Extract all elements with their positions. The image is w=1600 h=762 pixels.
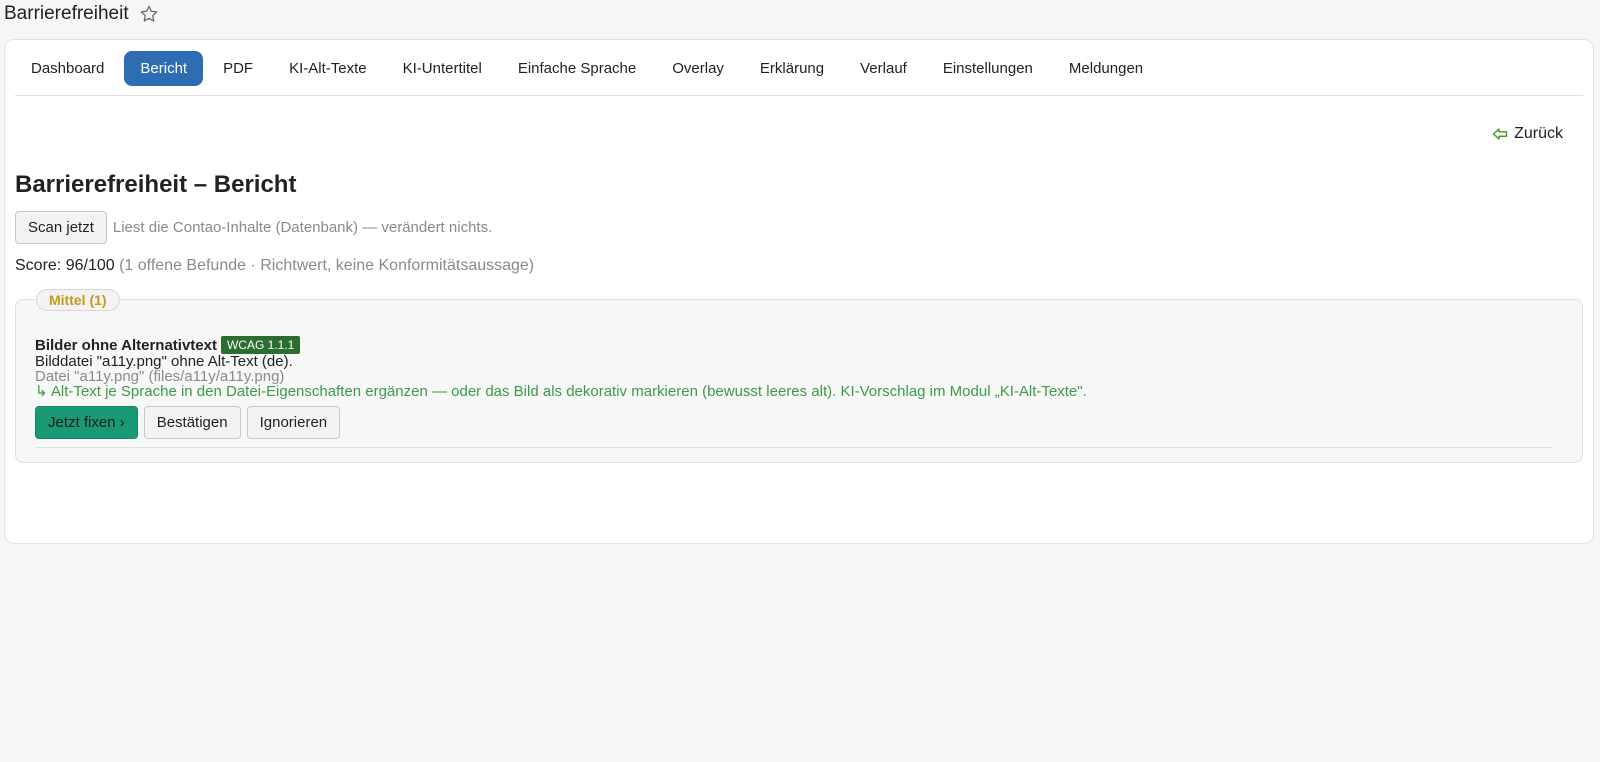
- tab-verlauf[interactable]: Verlauf: [844, 51, 923, 86]
- finding-title: Bilder ohne Alternativtext: [35, 336, 217, 354]
- tab-bericht[interactable]: Bericht: [124, 51, 204, 86]
- tab-overlay[interactable]: Overlay: [656, 51, 740, 86]
- score-label: Score:: [15, 257, 62, 274]
- score-value: 96/100: [65, 257, 115, 274]
- back-link[interactable]: Zurück: [1492, 125, 1563, 143]
- wcag-badge: WCAG 1.1.1: [220, 336, 301, 354]
- report-title: Barrierefreiheit – Bericht: [15, 171, 297, 198]
- finding-divider: [35, 447, 1552, 448]
- back-link-label: Zurück: [1514, 125, 1563, 142]
- page-title: Barrierefreiheit: [4, 3, 129, 24]
- main-card: Dashboard Bericht PDF KI-Alt-Texte KI-Un…: [4, 39, 1594, 544]
- scan-hint: Liest die Contao-Inhalte (Datenbank) — v…: [112, 219, 493, 236]
- page-header: Barrierefreiheit: [4, 0, 159, 28]
- finding-advice: ↳ Alt-Text je Sprache in den Datei-Eigen…: [35, 383, 1087, 400]
- fix-now-button[interactable]: Jetzt fixen ›: [35, 406, 138, 439]
- score-note: (1 offene Befunde · Richtwert, keine Kon…: [119, 257, 535, 274]
- tab-einstellungen[interactable]: Einstellungen: [927, 51, 1049, 86]
- tab-dashboard[interactable]: Dashboard: [15, 51, 120, 86]
- star-outline-icon[interactable]: [139, 4, 159, 24]
- score-summary: Score: 96/100 (1 offene Befunde · Richtw…: [15, 257, 534, 275]
- tab-meldungen[interactable]: Meldungen: [1053, 51, 1159, 86]
- tab-bar: Dashboard Bericht PDF KI-Alt-Texte KI-Un…: [15, 51, 1583, 96]
- finding-item: Bilder ohne Alternativtext WCAG 1.1.1 Bi…: [35, 336, 1552, 448]
- ignore-button[interactable]: Ignorieren: [246, 406, 341, 439]
- confirm-button[interactable]: Bestätigen: [143, 406, 241, 439]
- finding-path: Datei "a11y.png" (files/a11y/a11y.png): [35, 368, 285, 385]
- severity-group-medium: Mittel (1) Bilder ohne Alternativtext WC…: [15, 289, 1583, 463]
- tab-einfache-sprache[interactable]: Einfache Sprache: [502, 51, 652, 86]
- severity-label: Mittel (1): [36, 289, 120, 311]
- scan-row: Scan jetzt Liest die Contao-Inhalte (Dat…: [15, 211, 492, 244]
- finding-title-row: Bilder ohne Alternativtext WCAG 1.1.1: [35, 336, 1552, 354]
- tab-ki-alt-texte[interactable]: KI-Alt-Texte: [273, 51, 383, 86]
- tab-ki-untertitel[interactable]: KI-Untertitel: [387, 51, 498, 86]
- arrow-left-outline-icon: [1492, 127, 1508, 141]
- scan-now-button[interactable]: Scan jetzt: [15, 211, 107, 244]
- finding-description: Bilddatei "a11y.png" ohne Alt-Text (de).: [35, 353, 293, 370]
- tab-erklaerung[interactable]: Erklärung: [744, 51, 840, 86]
- finding-actions: Jetzt fixen › Bestätigen Ignorieren: [35, 406, 1552, 439]
- tab-pdf[interactable]: PDF: [207, 51, 269, 86]
